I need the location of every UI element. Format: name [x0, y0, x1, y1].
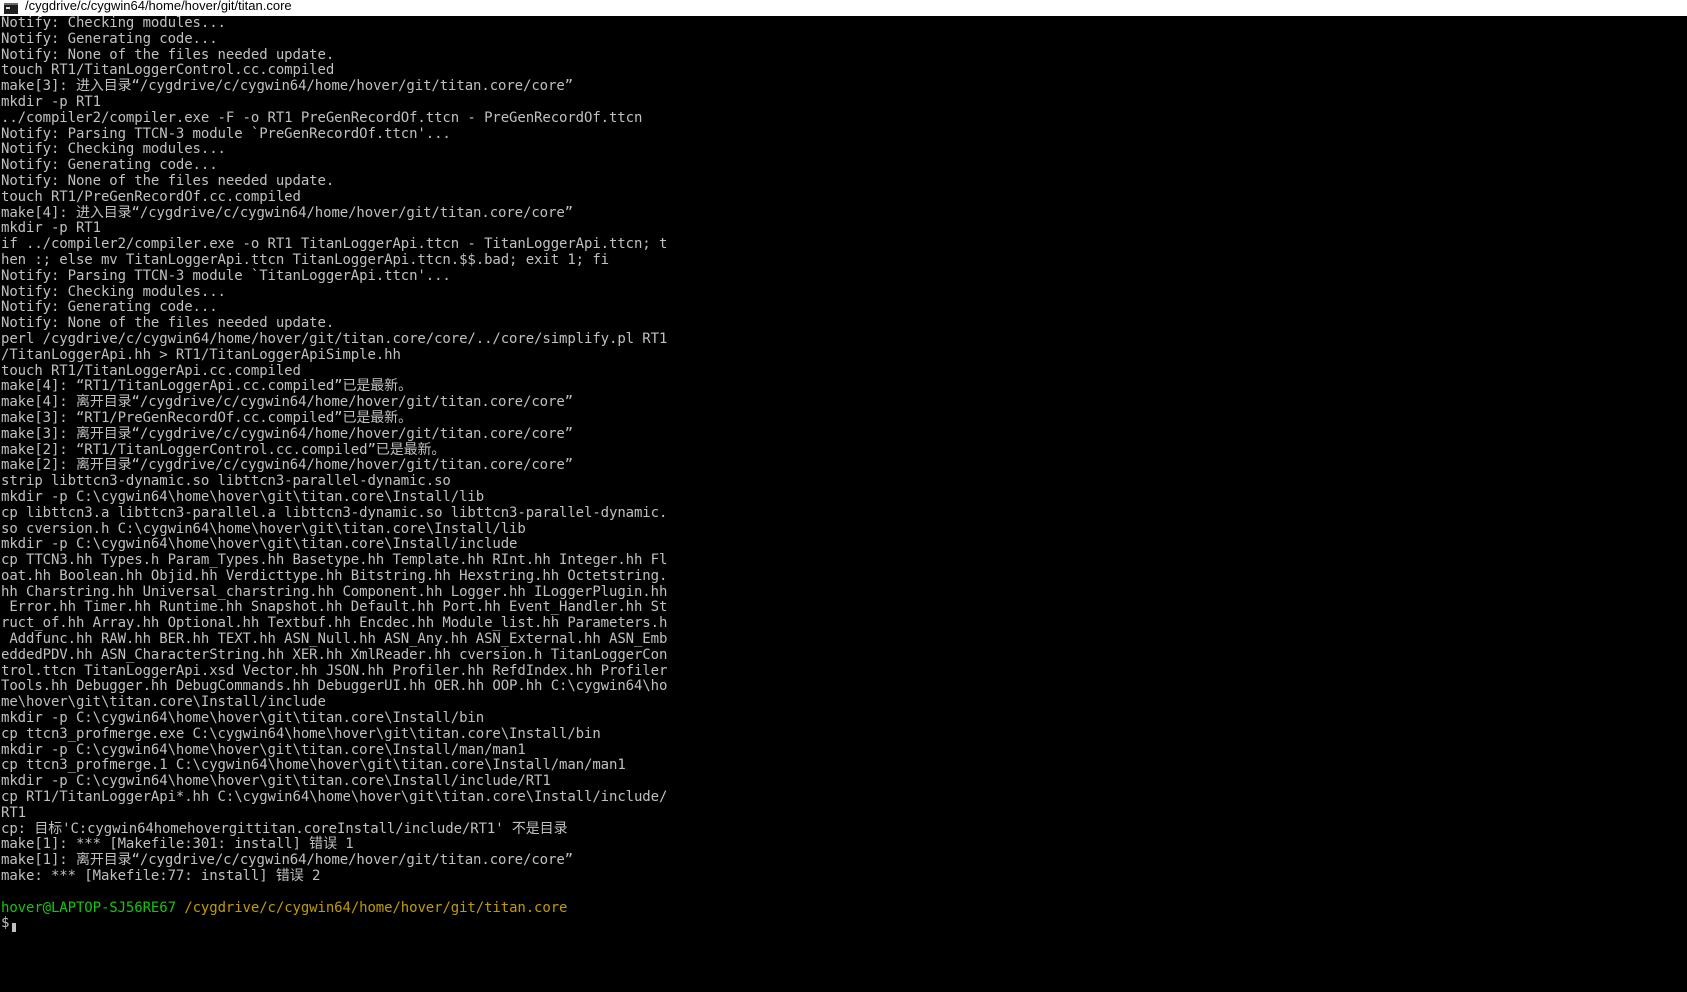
terminal-line: Notify: Parsing TTCN-3 module `PreGenRec…	[1, 125, 451, 142]
terminal-line: cp TTCN3.hh Types.h Param_Types.hh Baset…	[1, 552, 668, 569]
terminal-line: mkdir -p C:\cygwin64\home\hover\git\tita…	[1, 710, 485, 727]
terminal-line: hen :; else mv TitanLoggerApi.ttcn Titan…	[1, 251, 609, 268]
text-cursor	[12, 923, 17, 933]
terminal-line: cp ttcn3_profmerge.1 C:\cygwin64\home\ho…	[1, 757, 626, 774]
terminal-window: /cygdrive/c/cygwin64/home/hover/git/tita…	[0, 0, 1687, 992]
terminal-line: so cversion.h C:\cygwin64\home\hover\git…	[1, 520, 526, 537]
terminal-line: make[2]: 离开目录“/cygdrive/c/cygwin64/home/…	[1, 457, 573, 474]
terminal-line: strip libttcn3-dynamic.so libttcn3-paral…	[1, 473, 451, 490]
terminal-line: mkdir -p RT1	[1, 93, 101, 110]
terminal-line: touch RT1/PreGenRecordOf.cc.compiled	[1, 188, 301, 205]
terminal-line: Notify: Parsing TTCN-3 module `TitanLogg…	[1, 267, 451, 284]
terminal-line: Notify: None of the files needed update.	[1, 172, 335, 189]
terminal-line: ../compiler2/compiler.exe -F -o RT1 PreG…	[1, 109, 643, 126]
terminal-output[interactable]: Notify: Checking modules... Notify: Gener…	[1, 16, 1687, 992]
terminal-line: touch RT1/TitanLoggerControl.cc.compiled	[1, 62, 335, 79]
terminal-line: mkdir -p C:\cygwin64\home\hover\git\tita…	[1, 773, 551, 790]
terminal-line: make[2]: “RT1/TitanLoggerControl.cc.comp…	[1, 441, 446, 458]
terminal-line: touch RT1/TitanLoggerApi.cc.compiled	[1, 362, 301, 379]
terminal-line: make[1]: *** [Makefile:301: install] 错误 …	[1, 836, 354, 853]
terminal-line: mkdir -p C:\cygwin64\home\hover\git\tita…	[1, 741, 526, 758]
terminal-line: make[3]: “RT1/PreGenRecordOf.cc.compiled…	[1, 409, 412, 426]
terminal-line: Notify: Generating code...	[1, 299, 218, 316]
terminal-line: hh Charstring.hh Universal_charstring.hh…	[1, 583, 668, 600]
terminal-line: Notify: Checking modules...	[1, 141, 226, 158]
terminal-line: make: *** [Makefile:77: install] 错误 2	[1, 868, 321, 885]
title-bar[interactable]: /cygdrive/c/cygwin64/home/hover/git/tita…	[0, 0, 1687, 16]
prompt-path: /cygdrive/c/cygwin64/home/hover/git/tita…	[184, 899, 568, 916]
terminal-line: cp libttcn3.a libttcn3-parallel.a libttc…	[1, 504, 668, 521]
terminal-line: Tools.hh Debugger.hh DebugCommands.hh De…	[1, 678, 668, 695]
terminal-line: make[4]: “RT1/TitanLoggerApi.cc.compiled…	[1, 378, 412, 395]
terminal-line: Notify: None of the files needed update.	[1, 315, 335, 332]
prompt-symbol: $	[1, 915, 10, 932]
terminal-app-icon[interactable]	[4, 2, 18, 14]
terminal-line: perl /cygdrive/c/cygwin64/home/hover/git…	[1, 330, 668, 347]
terminal-line: RT1	[1, 804, 26, 821]
terminal-line: cp ttcn3_profmerge.exe C:\cygwin64\home\…	[1, 725, 601, 742]
terminal-line: make[1]: 离开目录“/cygdrive/c/cygwin64/home/…	[1, 852, 573, 869]
output-lines: Notify: Checking modules... Notify: Gener…	[1, 16, 1687, 901]
terminal-line: make[3]: 离开目录“/cygdrive/c/cygwin64/home/…	[1, 425, 573, 442]
prompt-user-host: hover@LAPTOP-SJ56RE67	[1, 899, 176, 916]
terminal-line: Error.hh Timer.hh Runtime.hh Snapshot.hh…	[1, 599, 668, 616]
window-title: /cygdrive/c/cygwin64/home/hover/git/tita…	[25, 0, 292, 13]
terminal-line: Notify: Checking modules...	[1, 16, 226, 31]
terminal-line: oat.hh Boolean.hh Objid.hh Verdicttype.h…	[1, 567, 668, 584]
terminal-line: ruct_of.hh Array.hh Optional.hh Textbuf.…	[1, 615, 668, 632]
terminal-line: mkdir -p C:\cygwin64\home\hover\git\tita…	[1, 488, 485, 505]
terminal-line: make[4]: 离开目录“/cygdrive/c/cygwin64/home/…	[1, 394, 573, 411]
terminal-line: /TitanLoggerApi.hh > RT1/TitanLoggerApiS…	[1, 346, 401, 363]
terminal-line: make[3]: 进入目录“/cygdrive/c/cygwin64/home/…	[1, 78, 573, 95]
terminal-line: me\hover\git\titan.core\Install/include	[1, 694, 326, 711]
terminal-line: Notify: Generating code...	[1, 30, 218, 47]
terminal-line: make[4]: 进入目录“/cygdrive/c/cygwin64/home/…	[1, 204, 573, 221]
terminal-line: if ../compiler2/compiler.exe -o RT1 Tita…	[1, 236, 668, 253]
prompt-line: hover@LAPTOP-SJ56RE67 /cygdrive/c/cygwin…	[1, 899, 1687, 917]
terminal-line: trol.ttcn TitanLoggerApi.xsd Vector.hh J…	[1, 662, 668, 679]
terminal-line: eddedPDV.hh ASN_CharacterString.hh XER.h…	[1, 646, 668, 663]
terminal-line: cp RT1/TitanLoggerApi*.hh C:\cygwin64\ho…	[1, 789, 668, 806]
terminal-line: Addfunc.hh RAW.hh BER.hh TEXT.hh ASN_Nul…	[1, 631, 668, 648]
terminal-line: mkdir -p C:\cygwin64\home\hover\git\tita…	[1, 536, 518, 553]
input-line[interactable]: $	[1, 915, 1687, 933]
terminal-line: Notify: Generating code...	[1, 157, 218, 174]
terminal-line: cp: 目标'C:cygwin64homehovergittitan.coreI…	[1, 820, 568, 837]
terminal-line: mkdir -p RT1	[1, 220, 101, 237]
terminal-line: Notify: None of the files needed update.	[1, 46, 335, 63]
terminal-line: Notify: Checking modules...	[1, 283, 226, 300]
